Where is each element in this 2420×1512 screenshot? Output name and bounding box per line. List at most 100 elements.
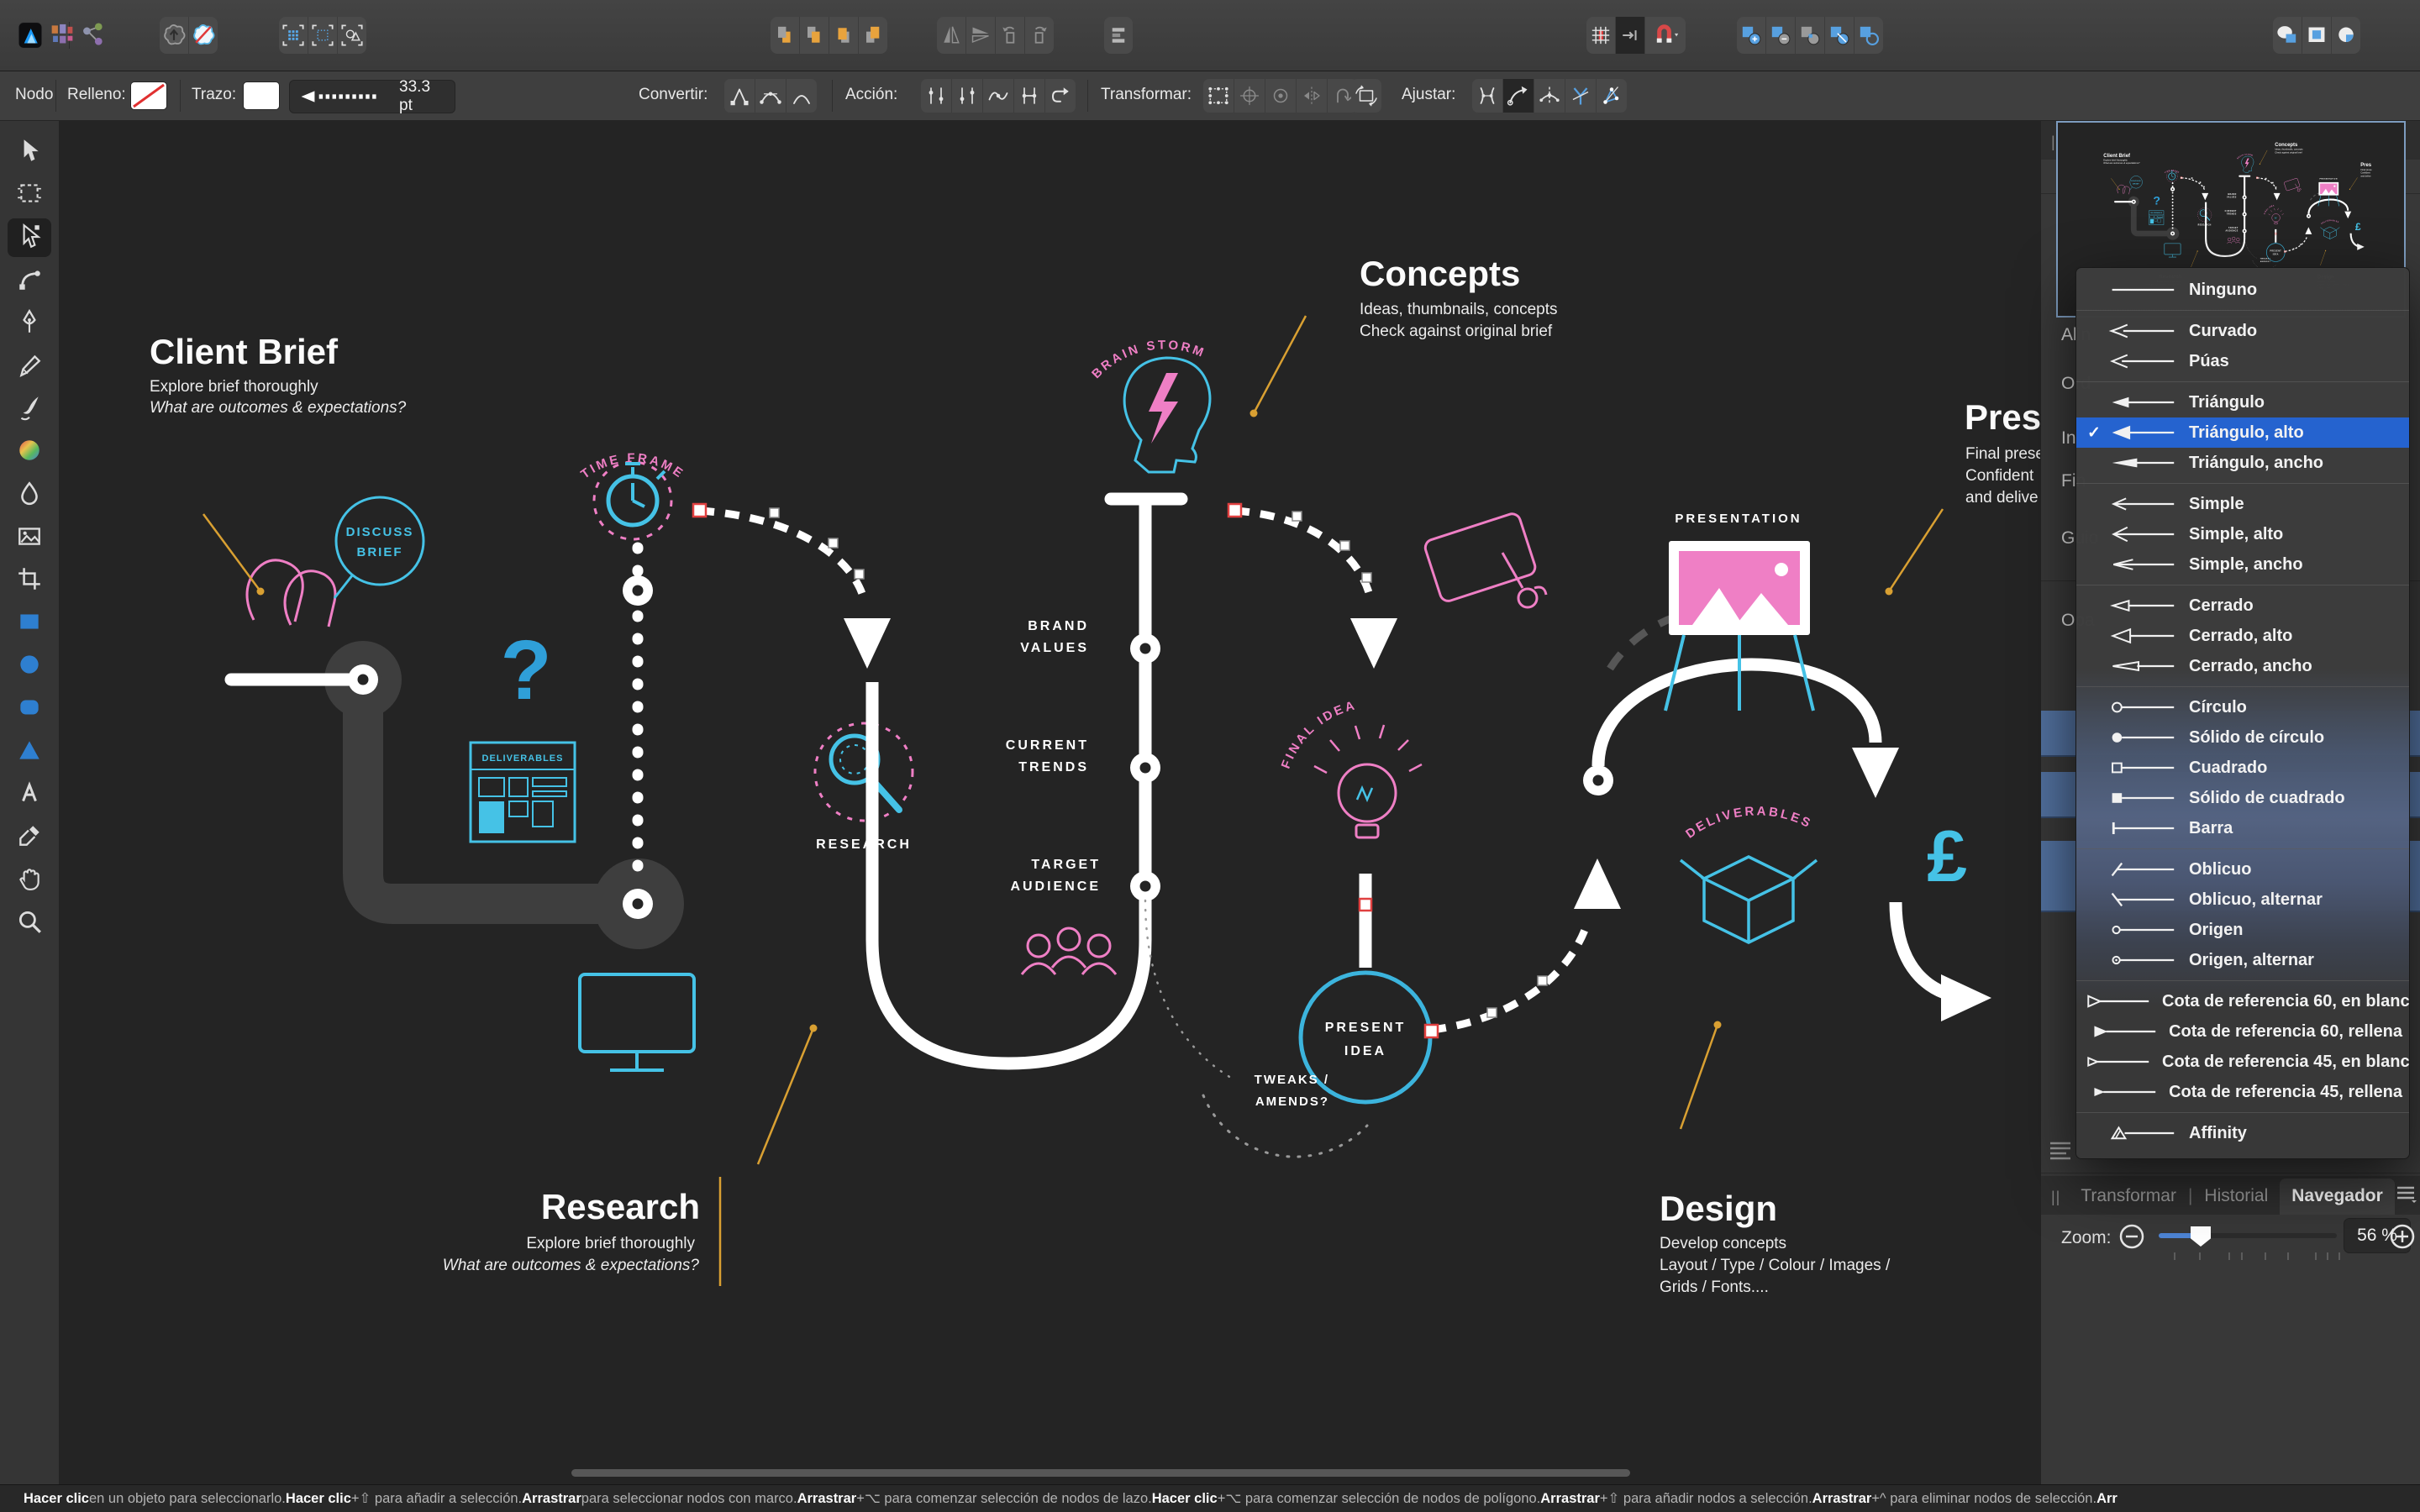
tool-rounded-rectangle[interactable] [8,690,51,728]
transform-center-button[interactable] [1234,79,1265,113]
tool-fill-gradient[interactable] [8,433,51,471]
menu-item-curved[interactable]: Curvado [2076,316,2409,346]
menu-item-dim-45-filled[interactable]: Cota de referencia 45, rellena [2076,1077,2409,1107]
rotate-ccw-button[interactable] [995,17,1024,54]
tool-pencil[interactable] [8,347,51,386]
menu-item-tri-tall[interactable]: ✓Triángulo, alto [2076,417,2409,448]
menu-item-origin[interactable]: Origen [2076,915,2409,945]
mask-inside-button[interactable] [2302,17,2331,54]
tool-corner[interactable] [8,261,51,300]
adjust-snap-geometry-button[interactable] [1565,79,1596,113]
rotate-object-button[interactable] [1351,79,1381,113]
action-break-button[interactable] [921,79,951,113]
node-graph-button[interactable] [74,17,111,54]
boolean-combine-button[interactable] [1854,17,1883,54]
flip-vertical-button[interactable] [965,17,995,54]
arrange-back-one-button[interactable] [799,17,829,54]
menu-item-dim-45-open[interactable]: Cota de referencia 45, en blanco [2076,1047,2409,1077]
menu-item-dim-60-open[interactable]: Cota de referencia 60, en blanco [2076,986,2409,1016]
menu-item-line[interactable]: Ninguno [2076,275,2409,305]
blob-arrow-button[interactable] [160,17,188,54]
tool-style-picker[interactable] [8,818,51,857]
flip-horizontal-button[interactable] [937,17,965,54]
tool-move[interactable] [8,133,51,171]
tab-navegador[interactable]: Navegador [2280,1179,2395,1215]
menu-item-barbed[interactable]: Púas [2076,346,2409,376]
menu-item-oblique-alt[interactable]: Oblicuo, alternar [2076,885,2409,915]
convert-sharp-button[interactable] [724,79,755,113]
mask-behind-button[interactable] [2273,17,2302,54]
menu-item-tri-wide[interactable]: Triángulo, ancho [2076,448,2409,478]
tool-view-hand[interactable] [8,861,51,900]
menu-item-simple-wide[interactable]: Simple, ancho [2076,549,2409,580]
tool-node[interactable] [8,218,51,257]
tool-transparency[interactable] [8,475,51,514]
stroke-style-selector[interactable]: 33.3 pt [289,80,455,113]
menu-item-square[interactable]: Cuadrado [2076,753,2409,783]
tool-pen[interactable] [8,304,51,343]
menu-item-closed[interactable]: Cerrado [2076,591,2409,621]
menu-item-origin-alt[interactable]: Origen, alternar [2076,945,2409,975]
menu-item-dim-60-filled[interactable]: Cota de referencia 60, rellena [2076,1016,2409,1047]
rotate-cw-button[interactable] [1024,17,1054,54]
tool-zoom-magnifier[interactable] [8,904,51,942]
marquee-dots-button[interactable] [308,17,337,54]
tool-ellipse[interactable] [8,647,51,685]
zoom-slider-knob[interactable] [2191,1226,2211,1247]
convert-smart-button[interactable] [786,79,817,113]
arrange-back-button[interactable] [771,17,799,54]
arrange-front-button[interactable] [858,17,887,54]
adjust-handles-button[interactable] [1472,79,1502,113]
mask-intersect-button[interactable] [2331,17,2360,54]
tool-place-image[interactable] [8,518,51,557]
tool-rectangle[interactable] [8,604,51,643]
tab-historial[interactable]: Historial [2192,1179,2280,1215]
tab-transformar[interactable]: Transformar [2069,1179,2188,1215]
menu-item-circle[interactable]: Círculo [2076,692,2409,722]
boolean-intersect-button[interactable] [1795,17,1824,54]
tool-triangle[interactable] [8,732,51,771]
menu-item-closed-tall[interactable]: Cerrado, alto [2076,621,2409,651]
marquee-shapes-button[interactable] [337,17,366,54]
boolean-add-button[interactable] [1737,17,1765,54]
arrange-forward-one-button[interactable] [829,17,858,54]
convert-smooth-button[interactable] [755,79,786,113]
menu-item-square-solid[interactable]: Sólido de cuadrado [2076,783,2409,813]
zoom-out-button[interactable] [2118,1223,2145,1250]
transform-bbox-button[interactable] [1203,79,1234,113]
transform-show-button[interactable] [1265,79,1296,113]
move-whole-pixels-button[interactable] [1615,17,1644,54]
marquee-grid-button[interactable] [279,17,308,54]
panel-menu-icon[interactable] [2395,1184,2417,1208]
menu-item-closed-wide[interactable]: Cerrado, ancho [2076,651,2409,681]
snapping-magnet-button[interactable] [1644,17,1686,54]
zoom-in-button[interactable] [2389,1223,2416,1250]
transform-mirror-button[interactable] [1296,79,1327,113]
action-join-button[interactable] [1013,79,1044,113]
action-smooth-button[interactable] [982,79,1013,113]
action-close-button[interactable] [951,79,982,113]
adjust-construct-button[interactable] [1534,79,1565,113]
fill-swatch[interactable] [131,82,166,109]
canvas[interactable]: TIME FRAME RESEARCH [59,121,2040,1484]
boolean-divide-button[interactable] [1824,17,1854,54]
menu-item-affinity[interactable]: Affinity [2076,1118,2409,1148]
stroke-swatch[interactable] [244,82,279,109]
zoom-slider[interactable] [2159,1233,2337,1238]
menu-item-bar[interactable]: Barra [2076,813,2409,843]
action-reverse-button[interactable] [1044,79,1076,113]
blob-slash-button[interactable] [188,17,218,54]
adjust-drag-curve-button[interactable] [1502,79,1534,113]
tool-artistic-text[interactable] [8,775,51,814]
layers-stack-icon[interactable] [2048,1139,2073,1161]
menu-item-circle-solid[interactable]: Sólido de círculo [2076,722,2409,753]
pixel-grid-button[interactable] [1586,17,1615,54]
horizontal-scrollbar[interactable] [571,1469,1630,1477]
tool-vector-crop[interactable] [8,561,51,600]
tool-artboard[interactable] [8,176,51,214]
panel-drag-handle[interactable]: || [2051,1189,2060,1206]
menu-item-oblique[interactable]: Oblicuo [2076,854,2409,885]
menu-item-tri[interactable]: Triángulo [2076,387,2409,417]
menu-item-simple[interactable]: Simple [2076,489,2409,519]
alignment-button[interactable] [1104,17,1133,54]
